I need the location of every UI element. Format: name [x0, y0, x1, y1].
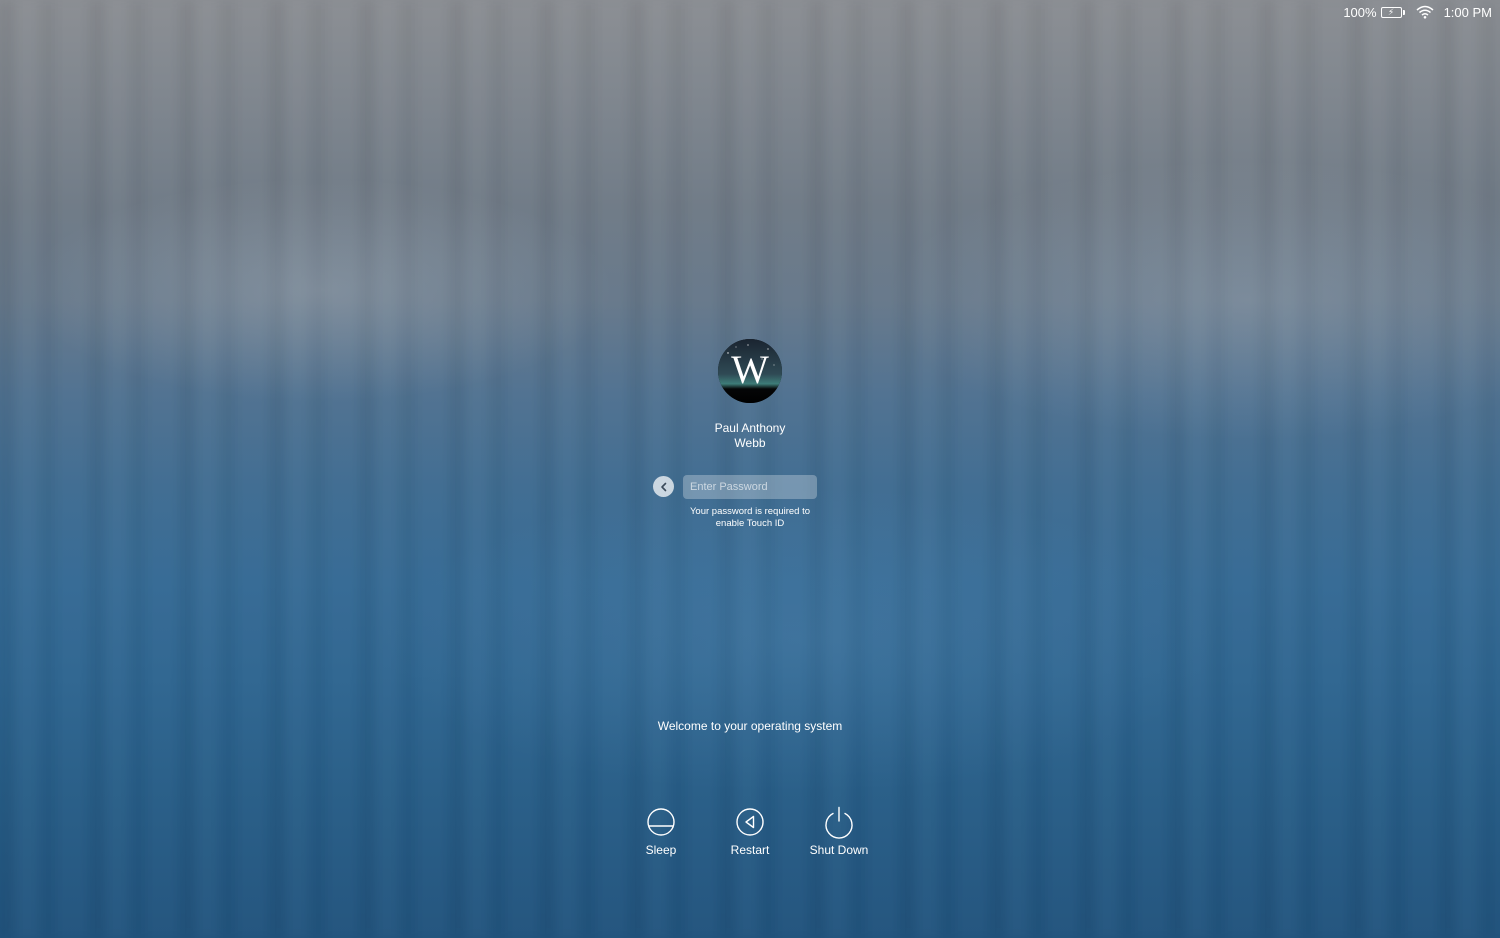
password-field[interactable]	[683, 475, 817, 499]
shutdown-icon	[825, 806, 853, 839]
restart-button[interactable]: Restart	[710, 805, 790, 857]
sleep-label: Sleep	[645, 843, 677, 857]
sleep-button[interactable]: Sleep	[621, 805, 701, 857]
shutdown-label: Shut Down	[809, 843, 869, 857]
restart-label: Restart	[730, 843, 770, 857]
shutdown-button[interactable]: Shut Down	[799, 805, 879, 857]
back-button[interactable]	[653, 476, 674, 497]
hint-line1: Your password is required to	[689, 506, 811, 517]
wifi-icon[interactable]	[1416, 5, 1434, 19]
touch-id-hint: Your password is required to enable Touc…	[650, 506, 850, 530]
clock[interactable]: 1:00 PM	[1444, 5, 1492, 20]
user-name-line2: Webb	[734, 436, 766, 450]
wallpaper-glow	[0, 0, 1500, 938]
battery-percent: 100%	[1343, 4, 1377, 20]
menu-bar-status: 100% ⚡ 1:00 PM	[1343, 3, 1492, 21]
welcome-message: Welcome to your operating system	[657, 719, 843, 733]
avatar-letter: W	[731, 347, 769, 392]
battery-status[interactable]: 100% ⚡	[1343, 4, 1405, 20]
restart-icon	[736, 808, 764, 836]
user-name: Paul Anthony Webb	[650, 421, 850, 451]
chevron-left-icon	[660, 482, 666, 491]
battery-charging-icon: ⚡	[1380, 6, 1405, 18]
sleep-icon	[647, 808, 675, 836]
avatar[interactable]: W	[718, 339, 782, 403]
hint-line2: enable Touch ID	[715, 518, 785, 529]
user-name-line1: Paul Anthony	[714, 421, 786, 435]
